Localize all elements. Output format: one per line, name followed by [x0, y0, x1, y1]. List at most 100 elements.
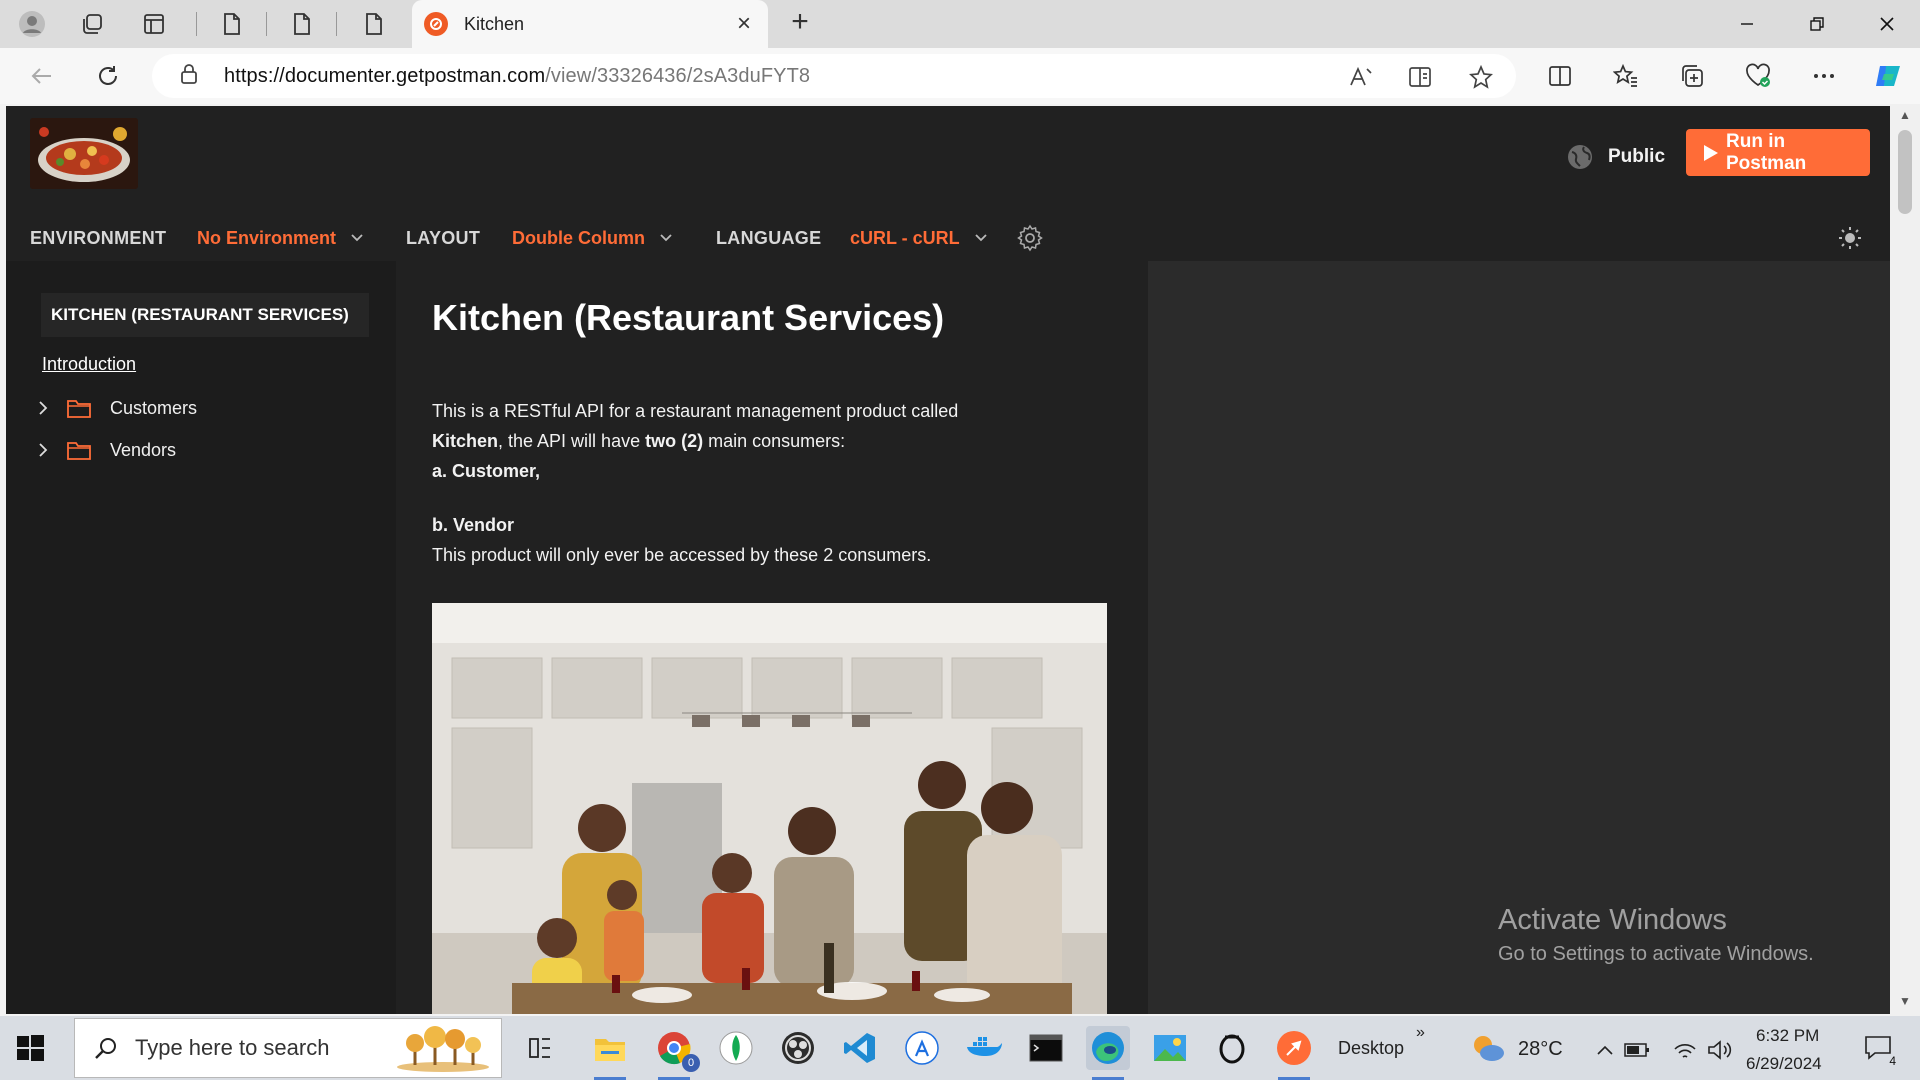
- app-store-icon[interactable]: [900, 1026, 944, 1070]
- sidebar-item-customers[interactable]: Customers: [34, 393, 197, 423]
- environment-dropdown[interactable]: No Environment: [197, 218, 364, 258]
- sidebar-item-introduction[interactable]: Introduction: [42, 354, 136, 375]
- taskbar-search-box[interactable]: Type here to search: [74, 1018, 502, 1078]
- folder-icon: [67, 442, 91, 460]
- browser-essentials-icon[interactable]: [1738, 58, 1778, 94]
- lock-icon[interactable]: [178, 62, 206, 91]
- layout-dropdown[interactable]: Double Column: [512, 218, 673, 258]
- more-options-icon[interactable]: [1804, 58, 1844, 94]
- weather-icon[interactable]: [1466, 1026, 1510, 1070]
- url-host: https://documenter.getpostman.com: [224, 64, 546, 87]
- language-dropdown[interactable]: cURL - cURL: [850, 218, 988, 258]
- theme-sun-icon[interactable]: [1836, 224, 1864, 252]
- watermark-title: Activate Windows: [1498, 904, 1727, 936]
- scroll-up-icon[interactable]: ▲: [1896, 108, 1914, 122]
- tab-separator: [336, 12, 337, 36]
- tab-page-icon[interactable]: [352, 4, 396, 44]
- favorites-icon[interactable]: [1606, 58, 1646, 94]
- battery-icon[interactable]: [1622, 1028, 1652, 1072]
- close-window-icon[interactable]: [1852, 0, 1920, 48]
- toolbar-chevron[interactable]: »: [1416, 1024, 1425, 1042]
- tab-page-icon[interactable]: [210, 4, 254, 44]
- terminal-icon[interactable]: [1024, 1026, 1068, 1070]
- browser-tabstrip: Kitchen × +: [0, 0, 1920, 48]
- chrome-icon[interactable]: 0: [652, 1026, 700, 1080]
- code-examples-panel: [1148, 261, 1890, 1014]
- close-tab-icon[interactable]: ×: [732, 10, 756, 38]
- layout-value: Double Column: [512, 227, 645, 248]
- visibility-indicator: Public: [1566, 140, 1665, 174]
- globe-icon: [1568, 145, 1592, 169]
- tab-title: Kitchen: [464, 13, 525, 34]
- show-hidden-icons-chevron-up-icon[interactable]: [1590, 1028, 1620, 1072]
- tab-separator: [196, 12, 197, 36]
- mongodb-compass-icon[interactable]: [714, 1026, 758, 1070]
- url-text[interactable]: https://documenter.getpostman.com/view/3…: [224, 65, 810, 88]
- page-viewport: Public Run in Postman ENVIRONMENT No Env…: [6, 106, 1890, 1014]
- task-view-icon[interactable]: [518, 1026, 562, 1070]
- vertical-tabs-icon[interactable]: [132, 4, 176, 44]
- language-value: cURL - cURL: [850, 227, 960, 248]
- scrollbar-thumb[interactable]: [1898, 130, 1912, 214]
- sidebar: KITCHEN (RESTAURANT SERVICES) Introducti…: [6, 261, 396, 1014]
- immersive-reader-icon[interactable]: [1404, 60, 1438, 94]
- postman-favicon-icon: [424, 12, 448, 36]
- scroll-down-icon[interactable]: ▼: [1896, 994, 1914, 1008]
- consumer-b-text: b. Vendor: [432, 515, 515, 535]
- chrome-badge: 0: [682, 1054, 700, 1072]
- desktop-toolbar-label[interactable]: Desktop: [1338, 1038, 1404, 1059]
- tab-kitchen[interactable]: Kitchen ×: [412, 0, 768, 48]
- consumers-note: This product will only ever be accessed …: [432, 545, 932, 565]
- address-bar[interactable]: https://documenter.getpostman.com/view/3…: [152, 54, 1516, 98]
- clock-date[interactable]: 6/29/2024: [1746, 1054, 1822, 1074]
- chevron-down-icon: [351, 234, 363, 242]
- split-screen-icon[interactable]: [1540, 58, 1580, 94]
- two-consumers-bold: two (2): [645, 431, 704, 451]
- page-scrollbar[interactable]: ▲ ▼: [1890, 104, 1920, 1016]
- minimize-icon[interactable]: [1712, 0, 1782, 48]
- folder-icon: [67, 400, 91, 418]
- docker-icon[interactable]: [962, 1026, 1006, 1070]
- layout-label: LAYOUT: [406, 228, 481, 248]
- page-title: Kitchen (Restaurant Services): [432, 297, 945, 338]
- refresh-icon[interactable]: [88, 58, 128, 94]
- sidebar-item-label: Customers: [110, 397, 198, 418]
- edge-icon[interactable]: [1086, 1026, 1130, 1080]
- notification-center-icon[interactable]: 4: [1856, 1026, 1900, 1070]
- run-in-postman-button[interactable]: Run in Postman: [1686, 129, 1870, 176]
- chevron-right-icon[interactable]: [34, 399, 52, 417]
- opera-icon[interactable]: [1210, 1026, 1254, 1070]
- settings-gear-icon[interactable]: [1016, 224, 1044, 252]
- file-explorer-icon[interactable]: [588, 1026, 632, 1080]
- windows-start-icon[interactable]: [14, 1032, 46, 1064]
- sidebar-item-label: Vendors: [110, 439, 177, 460]
- photos-icon[interactable]: [1148, 1026, 1192, 1070]
- favorite-star-icon[interactable]: [1464, 60, 1498, 94]
- environment-label: ENVIRONMENT: [30, 228, 167, 248]
- collection-title[interactable]: KITCHEN (RESTAURANT SERVICES): [41, 293, 369, 337]
- collections-icon[interactable]: [1672, 58, 1712, 94]
- address-bar-row: https://documenter.getpostman.com/view/3…: [0, 48, 1920, 104]
- documentation-content: Kitchen (Restaurant Services) This is a …: [396, 261, 1148, 1014]
- restore-icon[interactable]: [1782, 0, 1852, 48]
- obs-studio-icon[interactable]: [776, 1026, 820, 1070]
- read-aloud-icon[interactable]: [1344, 60, 1378, 94]
- profile-icon[interactable]: [10, 4, 54, 44]
- windows-taskbar: Type here to search 0 Desktop » 28°C 6:3…: [0, 1016, 1920, 1080]
- url-path: /view/33326436/2sA3duFYT8: [545, 64, 811, 87]
- temperature[interactable]: 28°C: [1518, 1038, 1563, 1061]
- back-icon[interactable]: [22, 58, 62, 94]
- clock-time[interactable]: 6:32 PM: [1756, 1026, 1819, 1046]
- tab-page-icon[interactable]: [280, 4, 324, 44]
- workspaces-icon[interactable]: [70, 4, 114, 44]
- chevron-right-icon[interactable]: [34, 441, 52, 459]
- copilot-icon[interactable]: [1868, 58, 1908, 94]
- vscode-icon[interactable]: [838, 1026, 882, 1070]
- wifi-icon[interactable]: [1670, 1028, 1700, 1072]
- sidebar-item-vendors[interactable]: Vendors: [34, 435, 176, 465]
- language-label: LANGUAGE: [716, 228, 822, 248]
- intro-line-2-end: main consumers:: [703, 431, 846, 451]
- postman-app-icon[interactable]: [1272, 1026, 1316, 1080]
- volume-icon[interactable]: [1704, 1028, 1734, 1072]
- new-tab-button[interactable]: +: [782, 7, 818, 40]
